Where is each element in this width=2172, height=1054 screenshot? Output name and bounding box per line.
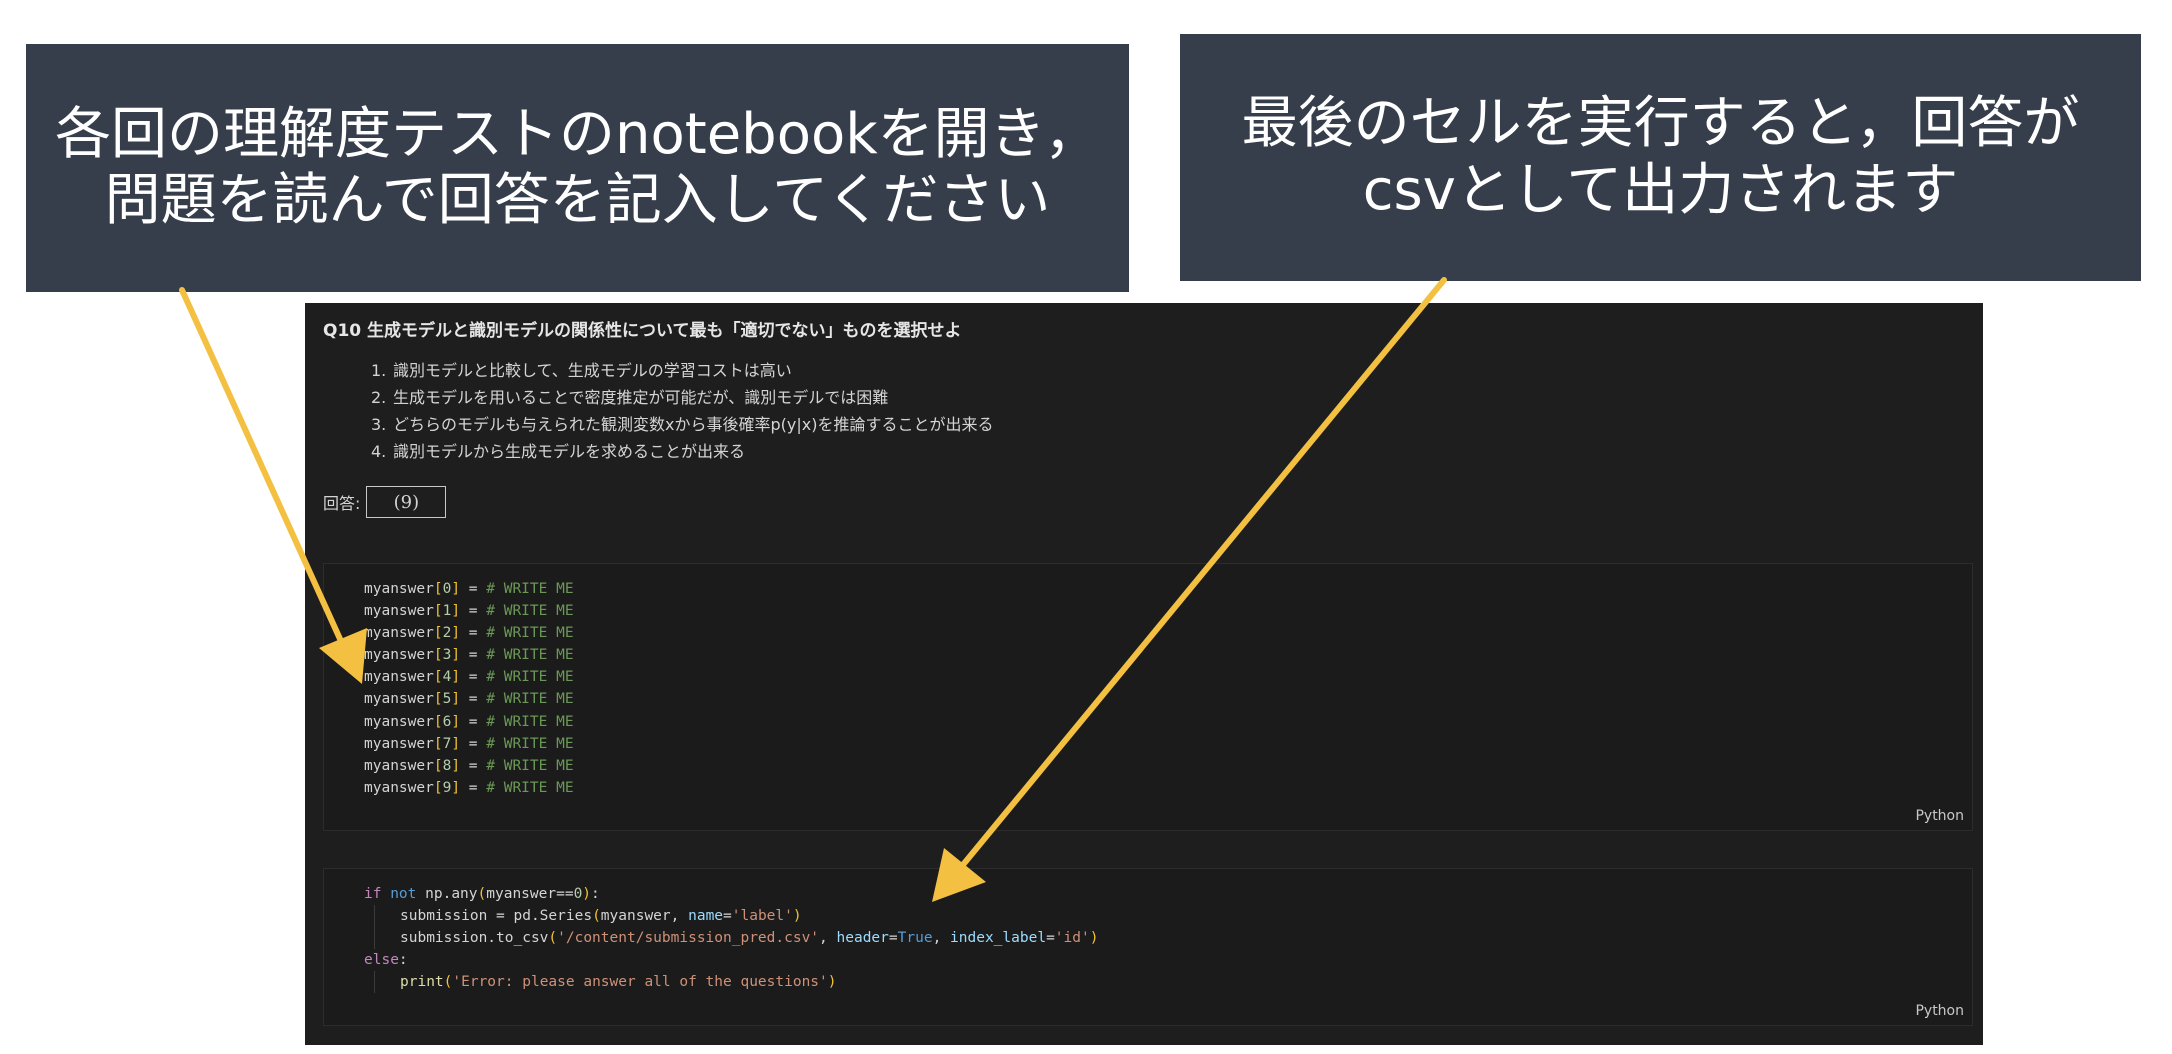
code-line[interactable]: myanswer[6] = # WRITE ME <box>364 711 574 733</box>
code-line[interactable]: myanswer[8] = # WRITE ME <box>364 755 574 777</box>
code-line[interactable]: myanswer[5] = # WRITE ME <box>364 688 574 710</box>
code-line[interactable]: else: <box>364 949 1098 971</box>
code-line[interactable]: if not np.any(myanswer==0): <box>364 883 1098 905</box>
option-item: 3. どちらのモデルも与えられた観測変数xから事後確率p(y|x)を推論することが… <box>371 415 994 434</box>
code-line[interactable]: print('Error: please answer all of the q… <box>364 971 1098 994</box>
code-editor[interactable]: if not np.any(myanswer==0): submission =… <box>364 883 1098 994</box>
code-line[interactable]: myanswer[4] = # WRITE ME <box>364 666 574 688</box>
callout-run-last-cell: 最後のセルを実行すると，回答が csvとして出力されます <box>1180 34 2141 281</box>
code-line[interactable]: myanswer[3] = # WRITE ME <box>364 644 574 666</box>
option-item: 1. 識別モデルと比較して、生成モデルの学習コストは高い <box>371 361 792 380</box>
code-line[interactable]: myanswer[7] = # WRITE ME <box>364 733 574 755</box>
answer-row: 回答: (9) <box>323 486 447 518</box>
code-cell-export[interactable]: if not np.any(myanswer==0): submission =… <box>323 868 1973 1026</box>
code-line[interactable]: submission.to_csv('/content/submission_p… <box>364 927 1098 950</box>
markdown-cell: Q10 生成モデルと識別モデルの関係性について最も「適切でない」ものを選択せよ … <box>323 317 1963 465</box>
option-item: 4. 識別モデルから生成モデルを求めることが出来る <box>371 442 746 461</box>
option-item: 2. 生成モデルを用いることで密度推定が可能だが、識別モデルでは困難 <box>371 388 889 407</box>
cell-language-label[interactable]: Python <box>1915 1003 1964 1019</box>
cell-language-label[interactable]: Python <box>1915 808 1964 824</box>
answer-box[interactable]: (9) <box>366 486 447 518</box>
callout-open-notebook: 各回の理解度テストのnotebookを開き， 問題を読んで回答を記入してください <box>26 44 1129 292</box>
callout-left-line1: 各回の理解度テストのnotebookを開き， <box>55 101 1100 167</box>
code-line[interactable]: myanswer[1] = # WRITE ME <box>364 600 574 622</box>
code-line[interactable]: myanswer[9] = # WRITE ME <box>364 777 574 799</box>
callout-right-line1: 最後のセルを実行すると，回答が <box>1241 91 2080 157</box>
notebook-panel: Q10 生成モデルと識別モデルの関係性について最も「適切でない」ものを選択せよ … <box>305 303 1983 1045</box>
answer-label: 回答: <box>323 494 361 513</box>
question-title: Q10 生成モデルと識別モデルの関係性について最も「適切でない」ものを選択せよ <box>323 321 962 341</box>
callout-left-line2: 問題を読んで回答を記入してください <box>104 168 1051 233</box>
callout-right-line2: csvとして出力されます <box>1362 157 1959 223</box>
code-editor[interactable]: myanswer[0] = # WRITE ME myanswer[1] = #… <box>364 578 574 799</box>
question-options: 1. 識別モデルと比較して、生成モデルの学習コストは高い 2. 生成モデルを用いるこ… <box>323 357 1963 465</box>
code-line[interactable]: myanswer[0] = # WRITE ME <box>364 578 574 600</box>
code-line[interactable]: myanswer[2] = # WRITE ME <box>364 622 574 644</box>
code-cell-answers[interactable]: myanswer[0] = # WRITE ME myanswer[1] = #… <box>323 563 1973 831</box>
code-line[interactable]: submission = pd.Series(myanswer, name='l… <box>364 905 1098 928</box>
